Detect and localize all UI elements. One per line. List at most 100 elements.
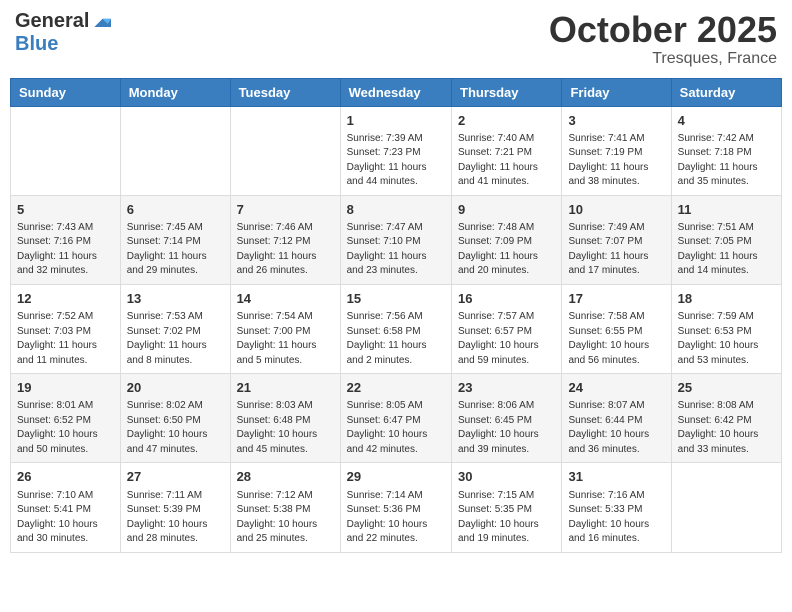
- day-number: 17: [568, 290, 664, 308]
- page-header: General Blue October 2025 Tresques, Fran…: [10, 10, 782, 68]
- day-info: Sunrise: 7:39 AMSunset: 7:23 PMDaylight:…: [347, 132, 445, 190]
- calendar-cell: 19 Sunrise: 8:01 AMSunset: 6:52 PMDayligh…: [11, 374, 121, 463]
- calendar-cell: 18 Sunrise: 7:59 AMSunset: 6:53 PMDayligh…: [671, 284, 781, 373]
- calendar-cell: 17 Sunrise: 7:58 AMSunset: 6:55 PMDayligh…: [562, 284, 671, 373]
- calendar-cell: [11, 106, 121, 195]
- day-number: 14: [237, 290, 334, 308]
- calendar-week-row: 5 Sunrise: 7:43 AMSunset: 7:16 PMDaylight…: [11, 195, 782, 284]
- calendar-cell: 2 Sunrise: 7:40 AMSunset: 7:21 PMDaylight…: [452, 106, 562, 195]
- day-number: 6: [127, 201, 224, 219]
- calendar-cell: 9 Sunrise: 7:48 AMSunset: 7:09 PMDaylight…: [452, 195, 562, 284]
- month-title: October 2025: [549, 10, 777, 50]
- day-info: Sunrise: 7:45 AMSunset: 7:14 PMDaylight:…: [127, 221, 224, 279]
- day-info: Sunrise: 7:53 AMSunset: 7:02 PMDaylight:…: [127, 310, 224, 368]
- day-number: 23: [458, 379, 555, 397]
- calendar-cell: 20Sunrise: 8:02 AMSunset: 6:50 PMDayligh…: [120, 374, 230, 463]
- day-number: 8: [347, 201, 445, 219]
- day-number: 19: [17, 379, 114, 397]
- calendar-cell: 4Sunrise: 7:42 AMSunset: 7:18 PMDaylight…: [671, 106, 781, 195]
- logo-general-text: General: [15, 10, 89, 33]
- calendar-cell: 10Sunrise: 7:49 AMSunset: 7:07 PMDayligh…: [562, 195, 671, 284]
- day-number: 21: [237, 379, 334, 397]
- day-info: Sunrise: 7:54 AMSunset: 7:00 PMDaylight:…: [237, 310, 334, 368]
- day-number: 31: [568, 468, 664, 486]
- calendar-week-row: 19 Sunrise: 8:01 AMSunset: 6:52 PMDayligh…: [11, 374, 782, 463]
- day-info: Sunrise: 7:40 AMSunset: 7:21 PMDaylight:…: [458, 132, 555, 190]
- day-info: Sunrise: 7:46 AMSunset: 7:12 PMDaylight:…: [237, 221, 334, 279]
- calendar-cell: 24 Sunrise: 8:07 AMSunset: 6:44 PMDayligh…: [562, 374, 671, 463]
- calendar-cell: 3Sunrise: 7:41 AMSunset: 7:19 PMDaylight…: [562, 106, 671, 195]
- day-info: Sunrise: 7:10 AMSunset: 5:41 PMDaylight:…: [17, 489, 114, 547]
- day-number: 29: [347, 468, 445, 486]
- day-info: Sunrise: 7:49 AMSunset: 7:07 PMDaylight:…: [568, 221, 664, 279]
- calendar-cell: 27 Sunrise: 7:11 AMSunset: 5:39 PMDayligh…: [120, 463, 230, 552]
- day-info: Sunrise: 7:59 AMSunset: 6:53 PMDaylight:…: [678, 310, 775, 368]
- title-block: October 2025 Tresques, France: [549, 10, 777, 68]
- day-number: 30: [458, 468, 555, 486]
- day-info: Sunrise: 8:03 AMSunset: 6:48 PMDaylight:…: [237, 399, 334, 457]
- day-header-friday: Friday: [562, 78, 671, 106]
- calendar-cell: [230, 106, 340, 195]
- day-number: 2: [458, 112, 555, 130]
- day-number: 5: [17, 201, 114, 219]
- day-info: Sunrise: 7:48 AMSunset: 7:09 PMDaylight:…: [458, 221, 555, 279]
- calendar-table: SundayMondayTuesdayWednesdayThursdayFrid…: [10, 78, 782, 553]
- day-header-wednesday: Wednesday: [340, 78, 451, 106]
- calendar-cell: 11Sunrise: 7:51 AMSunset: 7:05 PMDayligh…: [671, 195, 781, 284]
- calendar-cell: 28Sunrise: 7:12 AMSunset: 5:38 PMDayligh…: [230, 463, 340, 552]
- day-number: 20: [127, 379, 224, 397]
- day-number: 9: [458, 201, 555, 219]
- day-info: Sunrise: 7:43 AMSunset: 7:16 PMDaylight:…: [17, 221, 114, 279]
- day-info: Sunrise: 7:42 AMSunset: 7:18 PMDaylight:…: [678, 132, 775, 190]
- calendar-cell: 7Sunrise: 7:46 AMSunset: 7:12 PMDaylight…: [230, 195, 340, 284]
- day-info: Sunrise: 7:41 AMSunset: 7:19 PMDaylight:…: [568, 132, 664, 190]
- calendar-cell: 13Sunrise: 7:53 AMSunset: 7:02 PMDayligh…: [120, 284, 230, 373]
- logo: General Blue: [15, 10, 111, 56]
- calendar-cell: 16 Sunrise: 7:57 AMSunset: 6:57 PMDayligh…: [452, 284, 562, 373]
- calendar-cell: 14 Sunrise: 7:54 AMSunset: 7:00 PMDayligh…: [230, 284, 340, 373]
- calendar-week-row: 12 Sunrise: 7:52 AMSunset: 7:03 PMDayligh…: [11, 284, 782, 373]
- day-info: Sunrise: 8:06 AMSunset: 6:45 PMDaylight:…: [458, 399, 555, 457]
- day-info: Sunrise: 7:15 AMSunset: 5:35 PMDaylight:…: [458, 489, 555, 547]
- day-number: 28: [237, 468, 334, 486]
- day-number: 22: [347, 379, 445, 397]
- day-number: 12: [17, 290, 114, 308]
- day-number: 1: [347, 112, 445, 130]
- calendar-header-row: SundayMondayTuesdayWednesdayThursdayFrid…: [11, 78, 782, 106]
- day-info: Sunrise: 7:11 AMSunset: 5:39 PMDaylight:…: [127, 489, 224, 547]
- calendar-cell: 23 Sunrise: 8:06 AMSunset: 6:45 PMDayligh…: [452, 374, 562, 463]
- day-info: Sunrise: 7:14 AMSunset: 5:36 PMDaylight:…: [347, 489, 445, 547]
- day-info: Sunrise: 7:57 AMSunset: 6:57 PMDaylight:…: [458, 310, 555, 368]
- day-number: 18: [678, 290, 775, 308]
- day-number: 16: [458, 290, 555, 308]
- calendar-cell: 31Sunrise: 7:16 AMSunset: 5:33 PMDayligh…: [562, 463, 671, 552]
- calendar-cell: 1 Sunrise: 7:39 AMSunset: 7:23 PMDaylight…: [340, 106, 451, 195]
- day-info: Sunrise: 7:52 AMSunset: 7:03 PMDaylight:…: [17, 310, 114, 368]
- day-number: 27: [127, 468, 224, 486]
- day-number: 26: [17, 468, 114, 486]
- calendar-cell: [671, 463, 781, 552]
- day-info: Sunrise: 7:58 AMSunset: 6:55 PMDaylight:…: [568, 310, 664, 368]
- calendar-cell: 29 Sunrise: 7:14 AMSunset: 5:36 PMDayligh…: [340, 463, 451, 552]
- calendar-cell: 30 Sunrise: 7:15 AMSunset: 5:35 PMDayligh…: [452, 463, 562, 552]
- day-info: Sunrise: 7:47 AMSunset: 7:10 PMDaylight:…: [347, 221, 445, 279]
- day-header-tuesday: Tuesday: [230, 78, 340, 106]
- day-info: Sunrise: 8:08 AMSunset: 6:42 PMDaylight:…: [678, 399, 775, 457]
- calendar-week-row: 26 Sunrise: 7:10 AMSunset: 5:41 PMDayligh…: [11, 463, 782, 552]
- calendar-cell: [120, 106, 230, 195]
- calendar-cell: 5 Sunrise: 7:43 AMSunset: 7:16 PMDaylight…: [11, 195, 121, 284]
- calendar-week-row: 1 Sunrise: 7:39 AMSunset: 7:23 PMDaylight…: [11, 106, 782, 195]
- day-header-thursday: Thursday: [452, 78, 562, 106]
- day-info: Sunrise: 8:01 AMSunset: 6:52 PMDaylight:…: [17, 399, 114, 457]
- day-header-monday: Monday: [120, 78, 230, 106]
- calendar-cell: 25Sunrise: 8:08 AMSunset: 6:42 PMDayligh…: [671, 374, 781, 463]
- day-header-sunday: Sunday: [11, 78, 121, 106]
- calendar-cell: 12 Sunrise: 7:52 AMSunset: 7:03 PMDayligh…: [11, 284, 121, 373]
- calendar-cell: 8 Sunrise: 7:47 AMSunset: 7:10 PMDaylight…: [340, 195, 451, 284]
- calendar-cell: 21 Sunrise: 8:03 AMSunset: 6:48 PMDayligh…: [230, 374, 340, 463]
- day-number: 24: [568, 379, 664, 397]
- logo-icon: [91, 12, 111, 32]
- calendar-cell: 26 Sunrise: 7:10 AMSunset: 5:41 PMDayligh…: [11, 463, 121, 552]
- day-info: Sunrise: 8:07 AMSunset: 6:44 PMDaylight:…: [568, 399, 664, 457]
- calendar-cell: 6 Sunrise: 7:45 AMSunset: 7:14 PMDaylight…: [120, 195, 230, 284]
